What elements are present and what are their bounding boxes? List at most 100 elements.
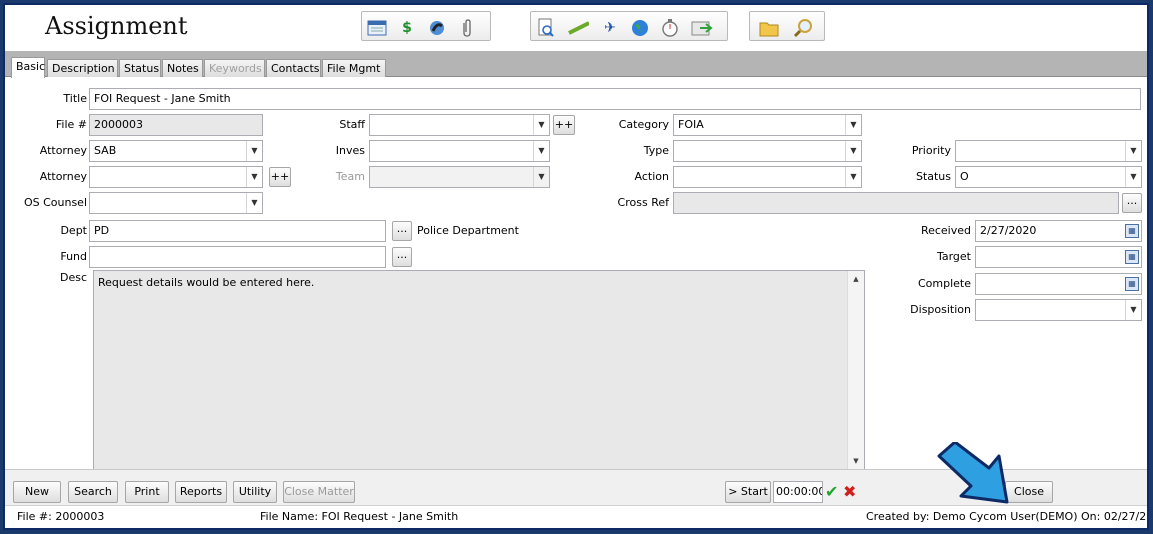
desc-scrollbar[interactable]: ▲ ▼	[847, 271, 864, 469]
chevron-down-icon: ▼	[845, 167, 861, 187]
desc-textarea[interactable]: Request details would be entered here. ▲…	[93, 270, 865, 470]
tab-contacts[interactable]: Contacts	[266, 59, 321, 78]
staff-add-button[interactable]: ++	[553, 115, 575, 135]
attorney-add-button[interactable]: ++	[269, 167, 291, 187]
tab-description[interactable]: Description	[47, 59, 118, 78]
assignment-window: Assignment $ ✈ Basic Description Status …	[3, 3, 1149, 530]
staff-select[interactable]: ▼	[369, 114, 550, 136]
tab-notes[interactable]: Notes	[162, 59, 203, 78]
magnifier-icon[interactable]	[792, 17, 814, 39]
target-label: Target	[936, 250, 971, 263]
timer-display: 00:00:00	[773, 481, 823, 503]
chevron-down-icon: ▼	[533, 167, 549, 187]
phone-icon[interactable]	[426, 17, 448, 39]
attorney-value: SAB	[94, 144, 117, 157]
calendar-icon[interactable]	[366, 17, 388, 39]
calendar-icon[interactable]: ▦	[1125, 250, 1139, 264]
complete-label: Complete	[917, 277, 971, 290]
document-search-icon[interactable]	[535, 17, 557, 39]
paperclip-icon[interactable]	[456, 17, 478, 39]
toolbar-group-1: $	[361, 11, 491, 41]
calendar-icon[interactable]: ▦	[1125, 277, 1139, 291]
priority-label: Priority	[911, 144, 951, 157]
status-bar: File #: 2000003 File Name: FOI Request -…	[5, 505, 1147, 528]
pointer-arrow-icon	[937, 442, 1009, 504]
money-icon[interactable]: $	[396, 17, 418, 39]
file-number-label: File #	[55, 118, 87, 131]
status-select[interactable]: O ▼	[955, 166, 1142, 188]
chevron-down-icon: ▼	[1125, 300, 1141, 320]
fund-input[interactable]	[89, 246, 386, 268]
chevron-down-icon: ▼	[246, 141, 262, 161]
tab-file-mgmt[interactable]: File Mgmt	[322, 59, 386, 78]
received-value: 2/27/2020	[980, 224, 1037, 237]
reports-button[interactable]: Reports	[175, 481, 227, 503]
chevron-down-icon: ▼	[533, 141, 549, 161]
staff-label: Staff	[339, 118, 365, 131]
chevron-down-icon: ▼	[845, 115, 861, 135]
cross-ref-label: Cross Ref	[617, 196, 669, 209]
title-label: Title	[63, 92, 87, 105]
ruler-icon[interactable]	[567, 17, 589, 39]
type-select[interactable]: ▼	[673, 140, 862, 162]
calendar-icon[interactable]: ▦	[1125, 224, 1139, 238]
new-button[interactable]: New	[13, 481, 61, 503]
inves-select[interactable]: ▼	[369, 140, 550, 162]
window-title: Assignment	[45, 12, 188, 40]
dept-browse-button[interactable]: ...	[392, 221, 412, 241]
priority-select[interactable]: ▼	[955, 140, 1142, 162]
status-created-by: Created by: Demo Cycom User(DEMO) On: 02…	[866, 510, 1149, 523]
search-button[interactable]: Search	[68, 481, 118, 503]
attorney-select[interactable]: SAB ▼	[89, 140, 263, 162]
airplane-icon[interactable]: ✈	[599, 17, 621, 39]
disposition-label: Disposition	[910, 303, 971, 316]
start-timer-button[interactable]: > Start	[725, 481, 771, 503]
export-icon[interactable]	[691, 17, 713, 39]
target-date-input[interactable]: ▦	[975, 246, 1142, 268]
chevron-down-icon: ▼	[246, 193, 262, 213]
inves-label: Inves	[335, 144, 365, 157]
chevron-down-icon: ▼	[533, 115, 549, 135]
fund-label: Fund	[60, 250, 87, 263]
action-select[interactable]: ▼	[673, 166, 862, 188]
header: Assignment $ ✈	[5, 5, 1147, 49]
folder-icon[interactable]	[758, 17, 780, 39]
scroll-down-icon[interactable]: ▼	[848, 457, 864, 465]
tab-basic[interactable]: Basic	[11, 57, 45, 78]
chevron-down-icon: ▼	[845, 141, 861, 161]
attorney-2-label: Attorney	[39, 170, 87, 183]
category-label: Category	[618, 118, 669, 131]
status-file-name: File Name: FOI Request - Jane Smith	[260, 510, 459, 523]
category-value: FOIA	[678, 118, 704, 131]
attorney-label: Attorney	[39, 144, 87, 157]
complete-date-input[interactable]: ▦	[975, 273, 1142, 295]
stopwatch-icon[interactable]	[659, 17, 681, 39]
check-icon[interactable]: ✔	[825, 482, 838, 501]
dept-input[interactable]: PD	[89, 220, 386, 242]
tab-status[interactable]: Status	[119, 59, 161, 78]
file-number-field: 2000003	[89, 114, 263, 136]
fund-browse-button[interactable]: ...	[392, 247, 412, 267]
tab-strip: Basic Description Status Notes Keywords …	[5, 51, 1147, 78]
attorney-2-select[interactable]: ▼	[89, 166, 263, 188]
print-button[interactable]: Print	[125, 481, 169, 503]
cross-ref-browse-button[interactable]: ...	[1122, 193, 1142, 213]
chevron-down-icon: ▼	[1125, 167, 1141, 187]
globe-icon[interactable]	[629, 17, 651, 39]
team-select: ▼	[369, 166, 550, 188]
chevron-down-icon: ▼	[1125, 141, 1141, 161]
action-label: Action	[634, 170, 669, 183]
chevron-down-icon: ▼	[246, 167, 262, 187]
os-counsel-select[interactable]: ▼	[89, 192, 263, 214]
received-date-input[interactable]: 2/27/2020 ▦	[975, 220, 1142, 242]
scroll-up-icon[interactable]: ▲	[848, 275, 864, 283]
utility-button[interactable]: Utility	[233, 481, 277, 503]
desc-label: Desc	[59, 271, 87, 284]
desc-text: Request details would be entered here.	[98, 276, 315, 289]
category-select[interactable]: FOIA ▼	[673, 114, 862, 136]
title-input[interactable]: FOI Request - Jane Smith	[89, 88, 1141, 110]
cross-ref-field	[673, 192, 1119, 214]
disposition-select[interactable]: ▼	[975, 299, 1142, 321]
cancel-icon[interactable]: ✖	[843, 482, 856, 501]
team-label: Team	[335, 170, 365, 183]
